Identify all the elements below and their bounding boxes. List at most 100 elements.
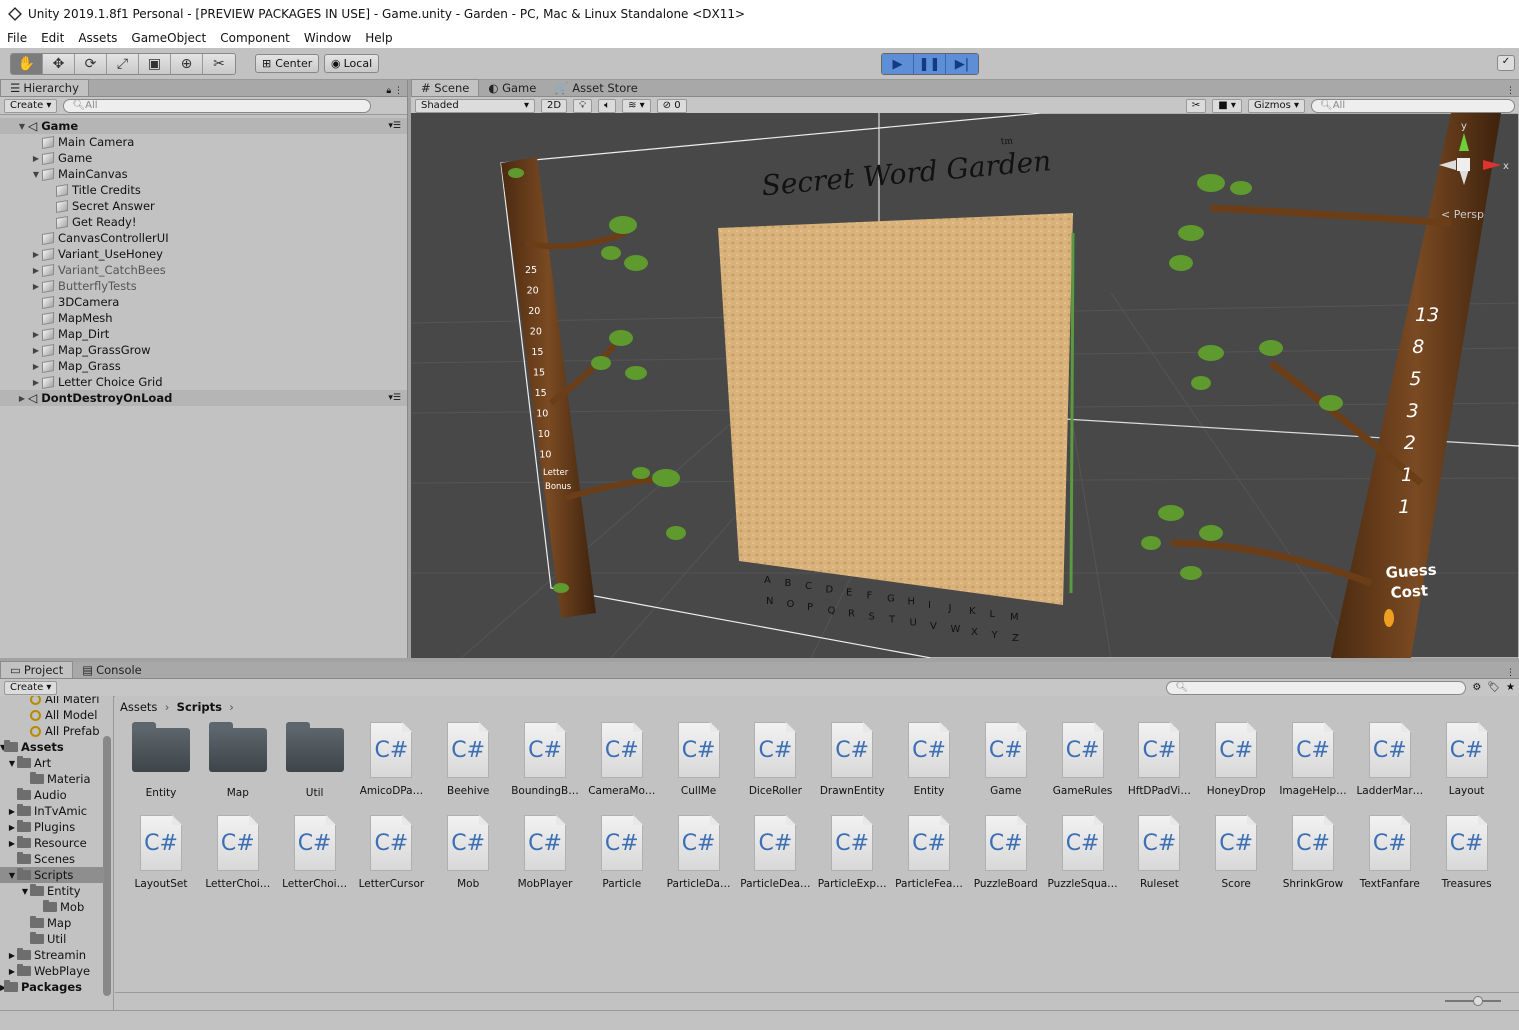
script-asset[interactable]: C# Game [968,722,1044,808]
breadcrumb-scripts[interactable]: Scripts [177,700,222,714]
hierarchy-row[interactable]: CanvasControllerUI [0,230,407,246]
hierarchy-row[interactable]: ▶ Map_GrassGrow [0,342,407,358]
project-tree-item[interactable]: ▶ InTvAmic [0,803,104,819]
project-tree-item[interactable]: All Materi [0,696,104,707]
script-asset[interactable]: C# CameraMo… [584,722,660,808]
project-tree-item[interactable]: ▶ WebPlaye [0,963,104,979]
script-asset[interactable]: C# ParticleDa… [661,815,737,901]
collapsed-arrow-icon[interactable]: ▶ [30,250,42,259]
script-asset[interactable]: C# LadderMar… [1352,722,1428,808]
project-tree-item[interactable]: ▶ Streamin [0,947,104,963]
project-tree-item[interactable]: All Model [0,707,104,723]
gizmos-dropdown[interactable]: Gizmos ▾ [1247,98,1305,113]
scene-viewport[interactable]: Secret Word Garden tm 25 20 20 20 15 15 15 10 10… [411,113,1519,658]
hierarchy-search-input[interactable]: 🔍︎ All [63,98,372,113]
project-tree-item[interactable]: Util [0,931,104,947]
script-asset[interactable]: C# Entity [891,722,967,808]
script-asset[interactable]: C# HftDPadVi… [1121,722,1197,808]
tab-scene[interactable]: # Scene [411,79,480,96]
lock-icon[interactable]: 🔒︎ ⋮ [386,86,403,96]
lighting-icon[interactable]: 💡︎ [573,98,593,113]
script-asset[interactable]: C# PuzzleBoard [968,815,1044,901]
script-asset[interactable]: C# LetterCursor [353,815,429,901]
project-tree-item[interactable]: ▼ Scripts [0,867,104,883]
project-tree-item[interactable]: All Prefab [0,723,104,739]
project-tree-item[interactable]: Map [0,915,104,931]
project-tree-item[interactable]: ▼ Entity [0,883,104,899]
tools-icon[interactable]: ✂ [1185,98,1207,113]
hierarchy-row[interactable]: ▼ MainCanvas [0,166,407,182]
collapsed-arrow-icon[interactable]: ▶ [30,346,42,355]
project-tree-item[interactable]: Audio [0,787,104,803]
transform-tool-icon[interactable]: ⊕ [171,54,203,74]
custom-tool-icon[interactable]: ✂ [203,54,235,74]
tab-project[interactable]: ▭ Project [0,661,74,678]
expanded-arrow-icon[interactable]: ▼ [30,170,42,179]
breadcrumb-assets[interactable]: Assets [120,700,157,714]
script-asset[interactable]: C# MobPlayer [507,815,583,901]
hierarchy-row[interactable]: Main Camera [0,134,407,150]
script-asset[interactable]: C# DrawnEntity [814,722,890,808]
project-create-button[interactable]: Create ▾ [4,680,58,695]
script-asset[interactable]: C# ParticleExp… [814,815,890,901]
pivot-mode-button[interactable]: ⊞ Center [255,54,320,73]
tab-game[interactable]: ◐ Game [479,79,545,96]
project-tree-item[interactable]: ▶Packages [0,979,104,995]
menu-edit[interactable]: Edit [34,31,71,45]
folder-asset[interactable]: Util [277,722,353,808]
project-tree-item[interactable]: ▶ Resource [0,835,104,851]
favorite-icon[interactable]: ★ [1506,682,1515,693]
folder-asset[interactable]: Entity [123,722,199,808]
expanded-arrow-icon[interactable]: ▼ [16,122,28,131]
rotate-tool-icon[interactable]: ⟳ [75,54,107,74]
hierarchy-row[interactable]: Secret Answer [0,198,407,214]
project-menu-icon[interactable]: ⋮ [1506,668,1515,678]
hierarchy-scene-row[interactable]: ▶ ◁ DontDestroyOnLoad ▾☰ [0,390,407,406]
script-asset[interactable]: C# AmicoDPa… [353,722,429,808]
rect-tool-icon[interactable]: ▣ [139,54,171,74]
scene-menu-icon[interactable]: ▾☰ [388,121,401,131]
menu-window[interactable]: Window [297,31,358,45]
collab-check-icon[interactable]: ✓ [1497,55,1515,71]
expanded-arrow-icon[interactable]: ▼ [0,871,17,880]
audio-icon[interactable]: 🔈︎ [598,98,617,113]
script-asset[interactable]: C# TextFanfare [1352,815,1428,901]
hierarchy-row[interactable]: ▶ Variant_CatchBees [0,262,407,278]
tab-console[interactable]: ▤ Console [73,661,151,678]
script-asset[interactable]: C# BoundingB… [507,722,583,808]
collapsed-arrow-icon[interactable]: ▶ [0,967,17,976]
collapsed-arrow-icon[interactable]: ▶ [0,951,17,960]
menu-component[interactable]: Component [213,31,297,45]
project-tree-item[interactable]: ▼Assets [0,739,104,755]
hierarchy-row[interactable]: ▶ Variant_UseHoney [0,246,407,262]
panel-menu-icon[interactable]: ⋮ [1506,86,1515,96]
script-asset[interactable]: C# ImageHelp… [1275,722,1351,808]
hierarchy-row[interactable]: Title Credits [0,182,407,198]
folder-asset[interactable]: Map [200,722,276,808]
scene-menu-icon[interactable]: ▾☰ [388,393,401,403]
menu-file[interactable]: File [0,31,34,45]
collapsed-arrow-icon[interactable]: ▶ [0,807,17,816]
script-asset[interactable]: C# Particle [584,815,660,901]
script-asset[interactable]: C# DiceRoller [737,722,813,808]
zoom-slider-handle[interactable] [1473,996,1483,1006]
hierarchy-row[interactable]: ▶ Map_Dirt [0,326,407,342]
project-search-input[interactable]: 🔍︎ [1166,680,1467,695]
camera-icon[interactable]: ■ ▾ [1212,98,1242,113]
script-asset[interactable]: C# Layout [1429,722,1505,808]
collapsed-arrow-icon[interactable]: ▶ [30,362,42,371]
expanded-arrow-icon[interactable]: ▼ [0,887,30,896]
hierarchy-row[interactable]: Get Ready! [0,214,407,230]
collapsed-arrow-icon[interactable]: ▶ [30,378,42,387]
project-tree-item[interactable]: ▼ Art [0,755,104,771]
collapsed-arrow-icon[interactable]: ▶ [30,266,42,275]
filter-label-icon[interactable]: 🏷︎ [1487,682,1500,693]
script-asset[interactable]: C# LetterChoi… [277,815,353,901]
collapsed-arrow-icon[interactable]: ▶ [0,823,17,832]
script-asset[interactable]: C# LayoutSet [123,815,199,901]
script-asset[interactable]: C# Ruleset [1121,815,1197,901]
hidden-objects-icon[interactable]: ⊘ 0 [656,98,687,113]
script-asset[interactable]: C# GameRules [1045,722,1121,808]
script-asset[interactable]: C# LetterChoi… [200,815,276,901]
collapsed-arrow-icon[interactable]: ▶ [30,330,42,339]
